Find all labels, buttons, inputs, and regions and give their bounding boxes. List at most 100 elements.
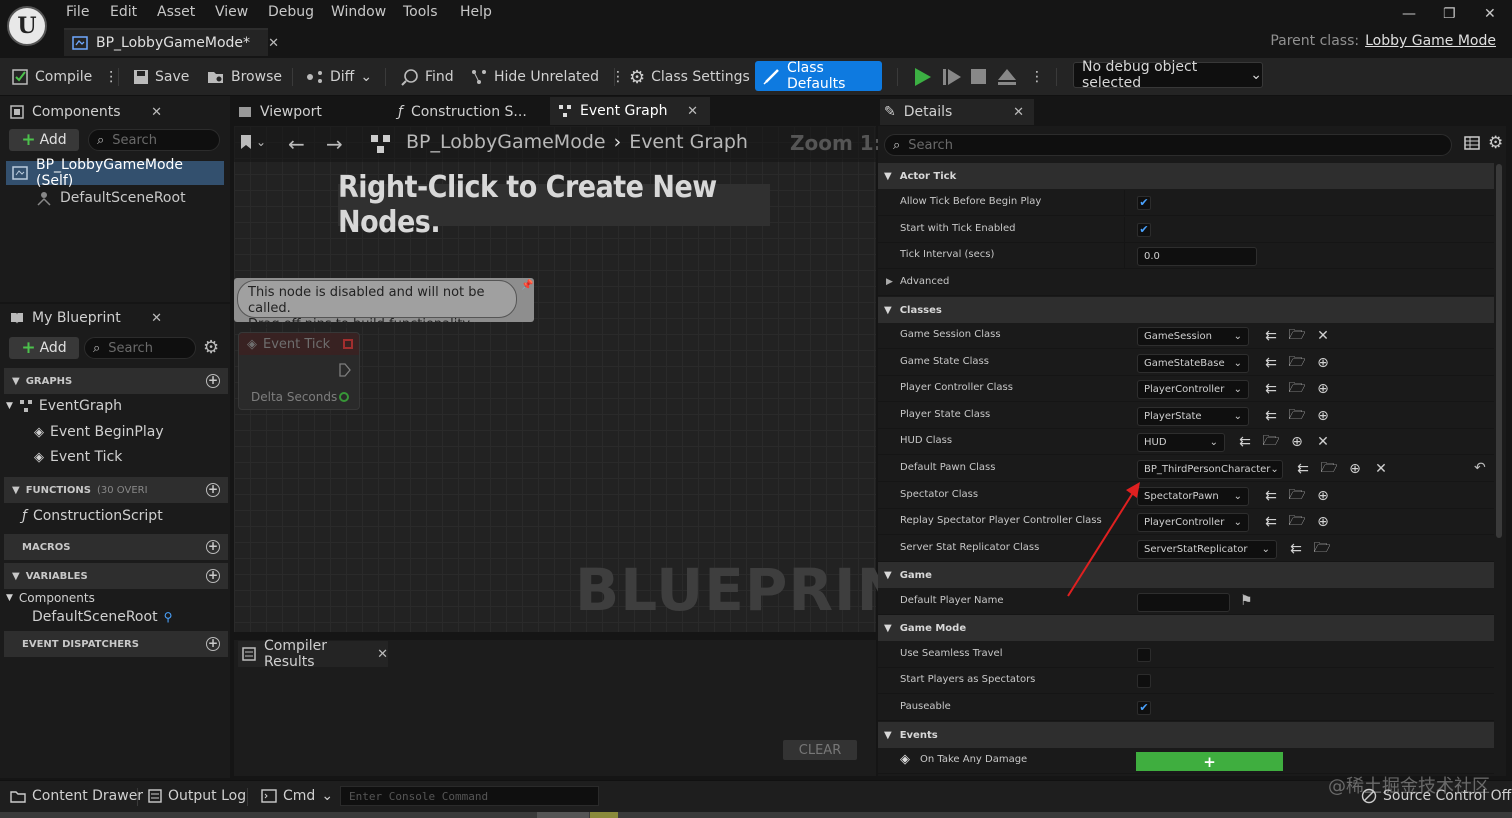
browse-folder-icon[interactable]: 🗁 (1320, 460, 1338, 478)
use-selected-icon[interactable]: ⇇ (1262, 327, 1280, 345)
game-state-class-select[interactable]: GameStateBase ⌄ (1137, 354, 1249, 373)
clear-icon[interactable]: ✕ (1372, 460, 1390, 478)
browse-folder-icon[interactable]: 🗁 (1288, 354, 1306, 372)
player-controller-class-select[interactable]: PlayerController ⌄ (1137, 380, 1249, 399)
my-blueprint-search-input[interactable]: ⌕ Search (84, 337, 196, 359)
clear-icon[interactable]: ✕ (1314, 327, 1332, 345)
variable-item-default-scene-root[interactable]: DefaultSceneRoot ⚲ (32, 609, 172, 625)
diff-button[interactable]: Diff ⌄ (306, 66, 372, 88)
breadcrumb-blueprint[interactable]: BP_LobbyGameMode (406, 131, 606, 153)
add-circle-icon[interactable]: ⊕ (1314, 354, 1332, 372)
server-stat-replicator-class-select[interactable]: ServerStatReplicator ⌄ (1137, 540, 1277, 559)
find-button[interactable]: Find (401, 66, 454, 88)
start-players-as-spectators-checkbox[interactable] (1137, 674, 1151, 688)
use-selected-icon[interactable]: ⇇ (1262, 487, 1280, 505)
more-options-icon[interactable]: ⋮ (1030, 66, 1044, 88)
section-macros[interactable]: MACROS + (4, 534, 228, 560)
use-selected-icon[interactable]: ⇇ (1262, 513, 1280, 531)
menu-debug[interactable]: Debug (268, 4, 314, 20)
save-button[interactable]: Save (133, 66, 189, 88)
unreal-logo-icon[interactable]: U (7, 6, 47, 46)
spectator-class-select[interactable]: SpectatorPawn ⌄ (1137, 487, 1249, 506)
more-options-icon[interactable]: ⋮ (104, 69, 118, 85)
event-tick-node[interactable]: ◈ Event Tick Delta Seconds (238, 332, 360, 410)
tab-construction-script[interactable]: ƒ Construction S... (398, 99, 546, 125)
gear-icon[interactable]: ⚙ (1488, 133, 1503, 153)
menu-window[interactable]: Window (331, 4, 386, 20)
use-selected-icon[interactable]: ⇇ (1236, 433, 1254, 451)
close-icon[interactable]: ✕ (377, 647, 388, 662)
browse-folder-icon[interactable]: 🗁 (1262, 433, 1280, 451)
event-item-tick[interactable]: ◈ Event Tick (34, 449, 122, 465)
pin-icon[interactable]: 📌 (521, 280, 533, 291)
browse-folder-icon[interactable]: 🗁 (1288, 407, 1306, 425)
add-graph-icon[interactable]: + (206, 374, 220, 388)
hide-unrelated-button[interactable]: Hide Unrelated ⋮ (470, 66, 625, 88)
tab-components[interactable]: Components ✕ (8, 99, 162, 125)
category-actor-tick[interactable]: ▼ Actor Tick (878, 163, 1494, 189)
component-self-item[interactable]: BP_LobbyGameMode (Self) (6, 157, 224, 189)
menu-file[interactable]: File (66, 4, 89, 20)
add-circle-icon[interactable]: ⊕ (1346, 460, 1364, 478)
game-session-class-select[interactable]: GameSession ⌄ (1137, 327, 1249, 346)
add-component-button[interactable]: + Add (9, 129, 79, 151)
parent-class-link[interactable]: Lobby Game Mode (1365, 33, 1496, 49)
content-drawer-button[interactable]: Content Drawer (10, 788, 143, 804)
browse-folder-icon[interactable]: 🗁 (1288, 487, 1306, 505)
bookmark-button[interactable]: ⌄ (240, 134, 266, 150)
category-game[interactable]: ▼ Game (878, 562, 1494, 588)
compile-button[interactable]: Compile ⋮ (11, 66, 118, 88)
tab-viewport[interactable]: Viewport (238, 99, 388, 125)
add-variable-icon[interactable]: + (206, 569, 220, 583)
gear-icon[interactable]: ⚙ (203, 337, 219, 358)
section-graphs[interactable]: ▼ GRAPHS + (4, 368, 228, 394)
replay-spectator-class-select[interactable]: PlayerController ⌄ (1137, 513, 1249, 532)
menu-edit[interactable]: Edit (110, 4, 137, 20)
use-selected-icon[interactable]: ⇇ (1287, 540, 1305, 558)
use-selected-icon[interactable]: ⇇ (1262, 380, 1280, 398)
graph-item-eventgraph[interactable]: ▼ EventGraph (6, 398, 122, 414)
tab-compiler-results[interactable]: Compiler Results ✕ (238, 638, 388, 670)
close-window-button[interactable]: ✕ (1484, 6, 1496, 22)
variable-group-components[interactable]: ▼ Components (6, 591, 95, 605)
details-scrollbar[interactable] (1496, 164, 1502, 538)
add-circle-icon[interactable]: ⊕ (1314, 380, 1332, 398)
pauseable-checkbox[interactable]: ✔ (1137, 701, 1151, 715)
component-default-scene-root[interactable]: DefaultSceneRoot (36, 188, 186, 208)
delegate-pin-icon[interactable] (343, 339, 353, 349)
debug-object-select[interactable]: No debug object selected ⌄ (1073, 59, 1263, 91)
maximize-button[interactable]: ❐ (1443, 6, 1456, 22)
row-advanced[interactable]: ▶ Advanced (878, 270, 1494, 296)
event-item-beginplay[interactable]: ◈ Event BeginPlay (34, 424, 164, 440)
start-with-tick-enabled-checkbox[interactable]: ✔ (1137, 223, 1151, 237)
close-icon[interactable]: ✕ (687, 104, 698, 119)
use-seamless-travel-checkbox[interactable] (1137, 648, 1151, 662)
tab-my-blueprint[interactable]: My Blueprint ✕ (8, 305, 162, 331)
cmd-button[interactable]: Cmd ⌄ (261, 788, 333, 804)
close-icon[interactable]: ✕ (151, 105, 162, 120)
section-variables[interactable]: ▼ VARIABLES + (4, 563, 228, 589)
add-function-icon[interactable]: + (206, 483, 220, 497)
section-functions[interactable]: ▼ FUNCTIONS (30 OVERI + (4, 477, 228, 503)
browse-folder-icon[interactable]: 🗁 (1288, 380, 1306, 398)
step-button[interactable] (942, 67, 962, 87)
allow-tick-before-begin-play-checkbox[interactable]: ✔ (1137, 196, 1151, 210)
browse-folder-icon[interactable]: 🗁 (1288, 513, 1306, 531)
forward-arrow-icon[interactable]: → (326, 132, 343, 156)
exec-pin-icon[interactable] (339, 363, 351, 377)
back-arrow-icon[interactable]: ← (288, 132, 305, 156)
console-command-input[interactable]: Enter Console Command (340, 786, 599, 806)
tab-details[interactable]: ✎ Details ✕ (880, 99, 1034, 125)
use-selected-icon[interactable]: ⇇ (1294, 460, 1312, 478)
add-macro-icon[interactable]: + (206, 540, 220, 554)
section-event-dispatchers[interactable]: EVENT DISPATCHERS + (4, 631, 228, 657)
reset-to-default-icon[interactable]: ↶ (1474, 460, 1486, 476)
menu-help[interactable]: Help (460, 4, 492, 20)
table-view-icon[interactable] (1464, 136, 1480, 150)
add-circle-icon[interactable]: ⊕ (1314, 487, 1332, 505)
menu-view[interactable]: View (215, 4, 248, 20)
play-button[interactable] (912, 67, 932, 87)
close-icon[interactable]: ✕ (268, 36, 279, 51)
tick-interval-input[interactable]: 0.0 (1137, 247, 1257, 266)
output-log-button[interactable]: Output Log (148, 788, 246, 804)
